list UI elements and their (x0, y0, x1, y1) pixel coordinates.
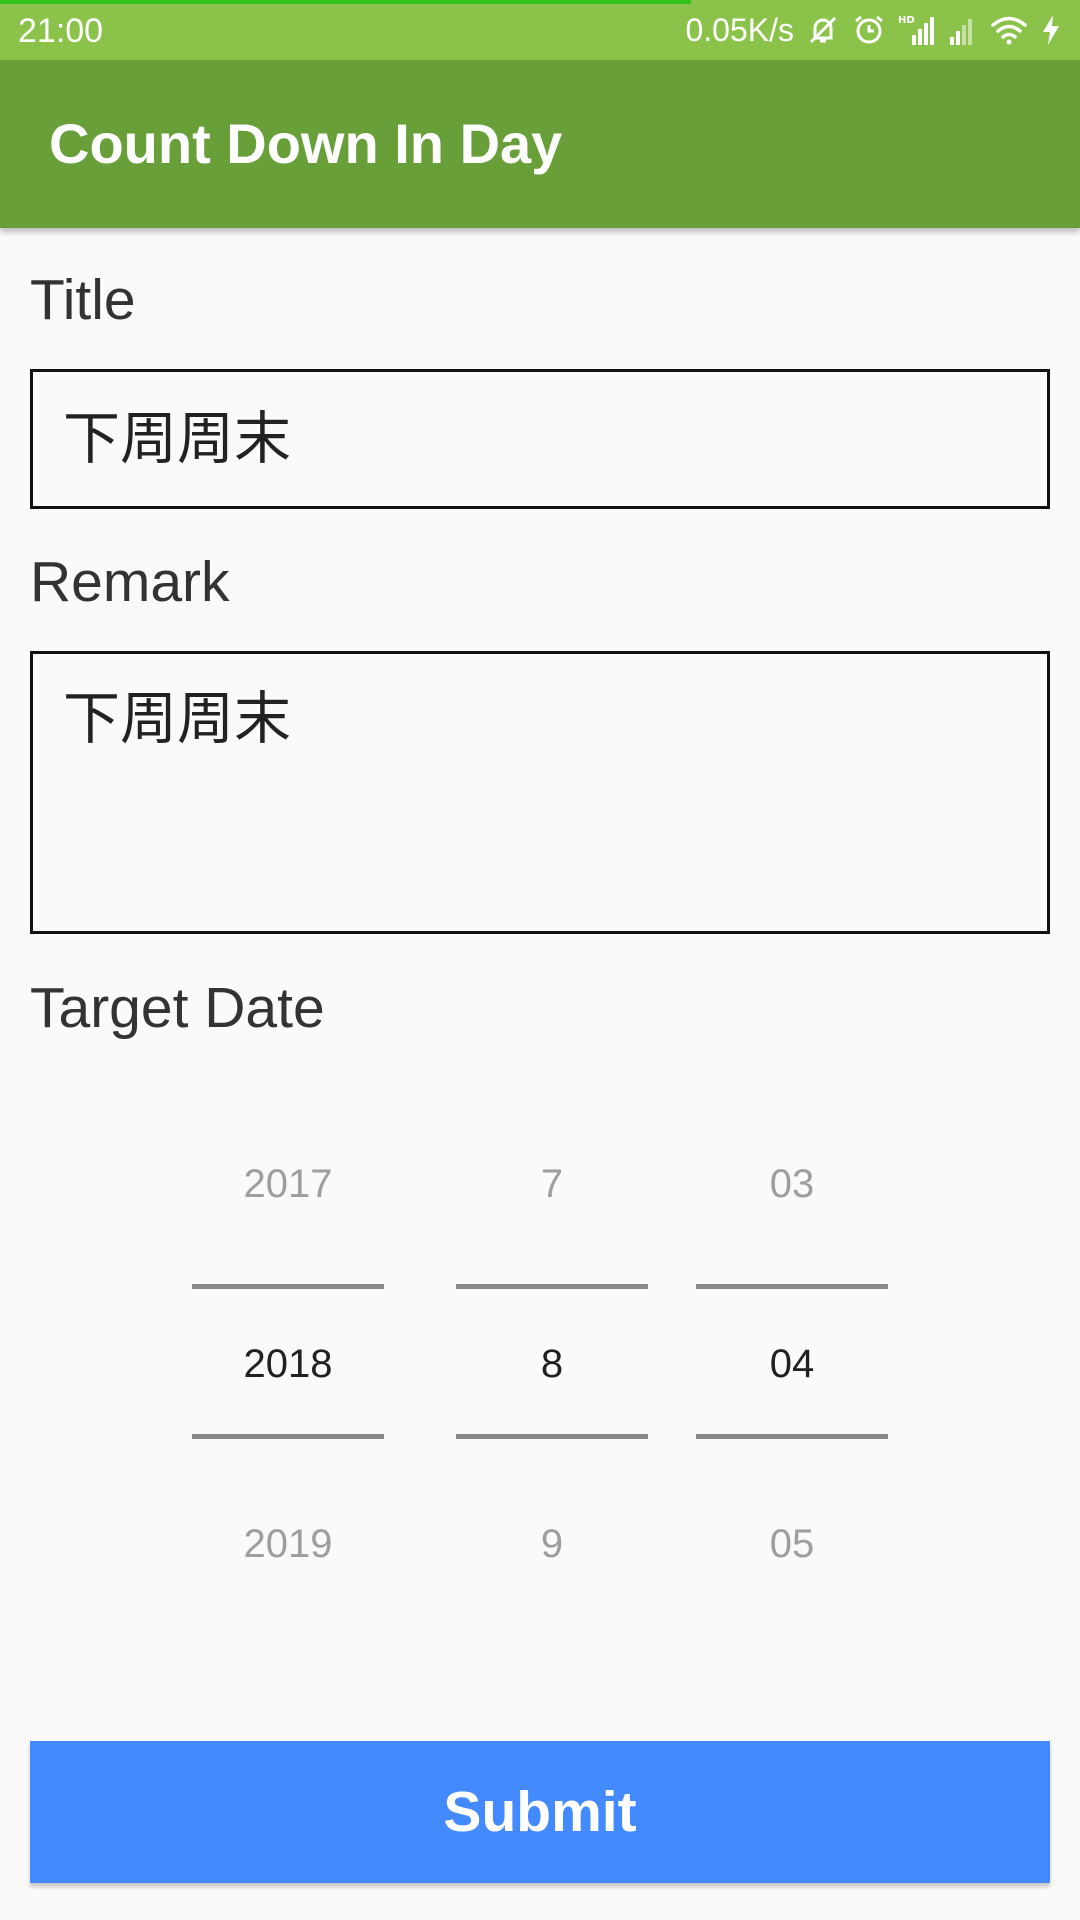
target-date-label: Target Date (30, 976, 325, 1040)
wifi-icon (990, 13, 1028, 47)
year-selected[interactable]: 2018 (192, 1339, 384, 1389)
charging-icon (1040, 13, 1062, 47)
month-selected[interactable]: 8 (456, 1339, 648, 1389)
hd-signal-icon: HD (898, 13, 936, 47)
title-label: Title (30, 268, 136, 332)
remark-label: Remark (30, 550, 230, 614)
status-time: 21:00 (18, 12, 104, 50)
day-divider-top (696, 1284, 888, 1289)
year-divider-top (192, 1284, 384, 1289)
status-icons: 0.05K/s HD (685, 10, 1062, 50)
year-prev[interactable]: 2017 (192, 1159, 384, 1209)
month-divider-top (456, 1284, 648, 1289)
remark-input[interactable]: 下周周末 (30, 651, 1050, 934)
day-divider-bottom (696, 1434, 888, 1439)
month-prev[interactable]: 7 (456, 1159, 648, 1209)
muted-bell-icon (806, 13, 840, 47)
loading-progress-bar (0, 0, 692, 4)
hd-badge: HD (898, 15, 915, 26)
month-picker[interactable]: 7 8 9 (456, 1150, 648, 1566)
title-input[interactable]: 下周周末 (30, 369, 1050, 509)
day-prev[interactable]: 03 (696, 1159, 888, 1209)
day-selected[interactable]: 04 (696, 1339, 888, 1389)
month-divider-bottom (456, 1434, 648, 1439)
day-next[interactable]: 05 (696, 1519, 888, 1569)
day-picker[interactable]: 03 04 05 (696, 1150, 888, 1566)
app-bar: Count Down In Day (0, 60, 1080, 228)
app-title: Count Down In Day (49, 112, 563, 175)
year-next[interactable]: 2019 (192, 1519, 384, 1569)
network-speed: 0.05K/s (685, 12, 794, 48)
year-divider-bottom (192, 1434, 384, 1439)
submit-button[interactable]: Submit (30, 1741, 1050, 1883)
month-next[interactable]: 9 (456, 1519, 648, 1569)
year-picker[interactable]: 2017 2018 2019 (192, 1150, 384, 1566)
status-bar: 21:00 0.05K/s HD (0, 0, 1080, 60)
alarm-clock-icon (852, 13, 886, 47)
signal-icon (948, 13, 978, 47)
